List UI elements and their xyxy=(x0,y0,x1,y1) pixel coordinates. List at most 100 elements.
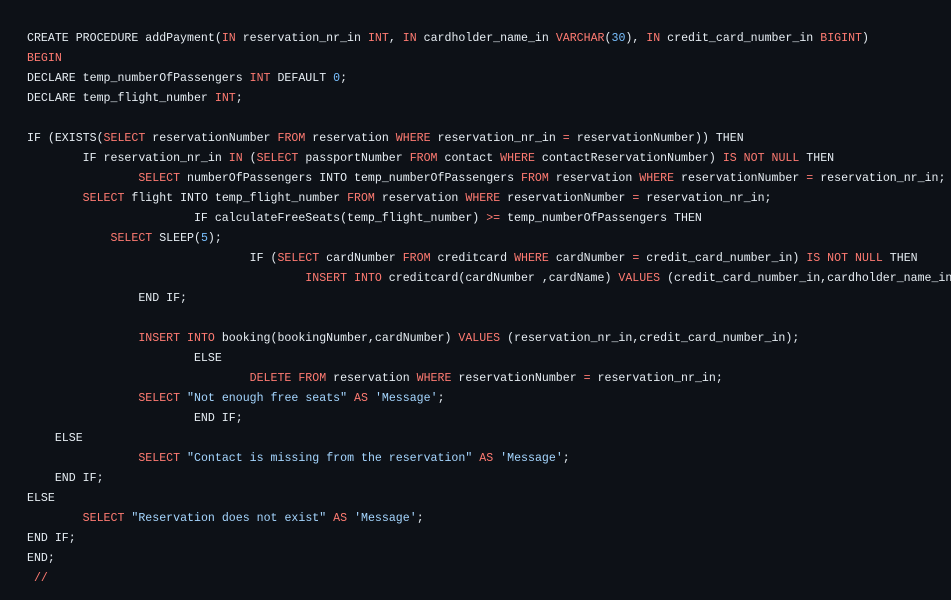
code-token-plain: SLEEP( xyxy=(152,232,201,245)
code-token-keyword: FROM xyxy=(409,152,438,165)
code-token-op: >= xyxy=(486,212,501,225)
code-token-keyword: VALUES xyxy=(618,272,661,285)
code-token-keyword: WHERE xyxy=(465,192,501,205)
code-token-plain: reservation_nr_in; xyxy=(639,192,772,205)
code-token-keyword: IN xyxy=(221,32,236,45)
code-token-plain: ( xyxy=(242,152,257,165)
code-token-plain: ) xyxy=(861,32,869,45)
code-line: SELECT numberOfPassengers INTO temp_numb… xyxy=(27,169,951,189)
code-line: SELECT SLEEP(5); xyxy=(27,229,951,249)
code-token-keyword: IN xyxy=(228,152,243,165)
code-token-plain: ; xyxy=(437,392,445,405)
code-token-keyword: DELETE FROM xyxy=(249,372,327,385)
code-line: ELSE xyxy=(27,349,951,369)
code-token-plain: ; xyxy=(416,512,424,525)
code-token-plain: ELSE xyxy=(27,352,222,365)
code-line: IF reservation_nr_in IN (SELECT passport… xyxy=(27,149,951,169)
code-token-plain: credit_card_number_in xyxy=(660,32,821,45)
code-line: END; xyxy=(27,549,951,569)
code-token-keyword: WHERE xyxy=(416,372,452,385)
code-token-plain: booking(bookingNumber,cardNumber) xyxy=(214,332,459,345)
code-token-plain: DEFAULT xyxy=(270,72,334,85)
code-token-keyword: INSERT INTO xyxy=(305,272,382,285)
code-token-plain: END IF; xyxy=(27,472,104,485)
code-token-keyword: IN xyxy=(646,32,661,45)
code-block: CREATE PROCEDURE addPayment(IN reservati… xyxy=(0,0,951,600)
code-token-keyword: FROM xyxy=(402,252,431,265)
code-token-keyword: IS NOT NULL xyxy=(806,252,883,265)
code-token-keyword: SELECT xyxy=(103,132,146,145)
code-token-keyword: SELECT xyxy=(277,252,320,265)
code-token-plain: reservationNumber xyxy=(674,172,807,185)
code-token-plain: reservationNumber xyxy=(145,132,278,145)
code-token-keyword: VARCHAR xyxy=(555,32,605,45)
code-line: IF calculateFreeSeats(temp_flight_number… xyxy=(27,209,951,229)
code-token-plain: contact xyxy=(437,152,501,165)
code-token-plain: reservation xyxy=(326,372,417,385)
code-token-keyword: INT xyxy=(249,72,271,85)
code-token-plain: contactReservationNumber) xyxy=(534,152,723,165)
code-token-plain: credit_card_number_in) xyxy=(639,252,807,265)
code-token-plain: reservationNumber xyxy=(451,372,584,385)
code-token-string: 'Message' xyxy=(354,512,417,525)
code-token-keyword: BEGIN xyxy=(27,52,62,65)
code-token-plain: reservation xyxy=(548,172,640,185)
code-line: DECLARE temp_flight_number INT; xyxy=(27,89,951,109)
code-line: SELECT "Contact is missing from the rese… xyxy=(27,449,951,469)
code-token-plain: ; xyxy=(562,452,570,465)
code-token-plain: reservationNumber xyxy=(500,192,633,205)
code-token-number: 5 xyxy=(200,232,208,245)
code-token-plain: ), xyxy=(625,32,647,45)
code-line: END IF; xyxy=(27,409,951,429)
code-token-plain: reservation_nr_in; xyxy=(813,172,946,185)
code-line: INSERT INTO creditcard(cardNumber ,cardN… xyxy=(27,269,951,289)
code-token-plain: IF (EXISTS( xyxy=(27,132,104,145)
code-line: IF (EXISTS(SELECT reservationNumber FROM… xyxy=(27,129,951,149)
code-token-keyword: WHERE xyxy=(514,252,549,265)
code-line: SELECT "Not enough free seats" AS 'Messa… xyxy=(27,389,951,409)
code-token-keyword: FROM xyxy=(277,132,306,145)
code-token-string: "Reservation does not exist" xyxy=(131,512,327,525)
code-token-plain: THEN xyxy=(799,152,835,165)
code-token-keyword: WHERE xyxy=(639,172,675,185)
code-token-plain: creditcard xyxy=(430,252,515,265)
code-token-plain: ; xyxy=(340,72,348,85)
code-token-plain: END IF; xyxy=(27,412,243,425)
code-token-keyword: SELECT xyxy=(138,392,181,405)
code-token-plain: IF calculateFreeSeats(temp_flight_number… xyxy=(27,212,487,225)
code-token-plain: DECLARE temp_numberOfPassengers xyxy=(27,72,250,85)
code-token-plain: cardNumber xyxy=(319,252,403,265)
code-token-keyword: IS NOT NULL xyxy=(722,152,800,165)
code-token-plain: END; xyxy=(27,552,55,565)
code-token-plain: flight INTO temp_flight_number xyxy=(124,192,348,205)
code-token-keyword: INT xyxy=(214,92,236,105)
code-line: INSERT INTO booking(bookingNumber,cardNu… xyxy=(27,329,951,349)
code-token-plain: (reservation_nr_in,credit_card_number_in… xyxy=(500,332,800,345)
code-token-plain: reservation_nr_in xyxy=(235,32,368,45)
code-line: ELSE xyxy=(27,429,951,449)
code-token-plain: ELSE xyxy=(27,432,83,445)
code-token-plain: ); xyxy=(207,232,222,245)
code-token-plain: cardNumber xyxy=(548,252,633,265)
code-token-string: "Contact is missing from the reservation… xyxy=(187,452,473,465)
code-token-keyword: FROM xyxy=(521,172,549,185)
code-line: END IF; xyxy=(27,529,951,549)
code-token-plain: IF reservation_nr_in xyxy=(27,152,229,165)
code-token-keyword: FROM xyxy=(347,192,375,205)
code-token-keyword: BIGINT xyxy=(820,32,862,45)
code-line: IF (SELECT cardNumber FROM creditcard WH… xyxy=(27,249,951,269)
code-token-keyword: SELECT xyxy=(138,452,181,465)
code-line: SELECT "Reservation does not exist" AS '… xyxy=(27,509,951,529)
code-token-number: 30 xyxy=(611,32,626,45)
code-token-plain: numberOfPassengers INTO temp_numberOfPas… xyxy=(180,172,521,185)
code-token-keyword: AS xyxy=(479,452,494,465)
code-token-plain: reservation xyxy=(374,192,466,205)
